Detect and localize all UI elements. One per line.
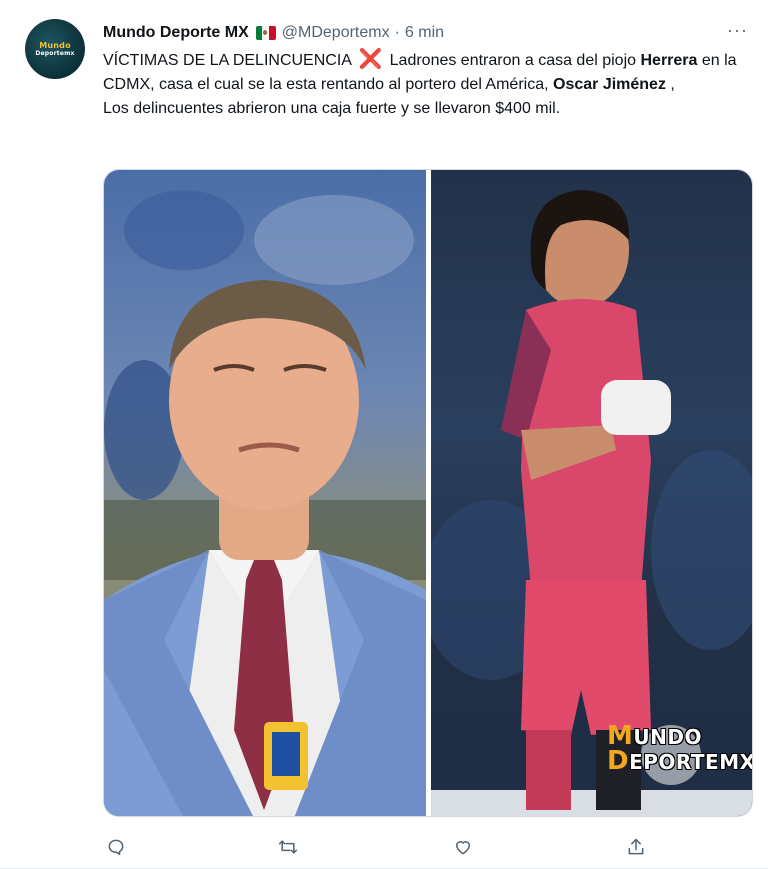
like-button[interactable]: [450, 834, 476, 860]
avatar[interactable]: Mundo Deportemx: [25, 19, 85, 79]
separator-dot: ·: [394, 24, 400, 41]
tweet-text: VÍCTIMAS DE LA DELINCUENCIA ❌ Ladrones e…: [103, 48, 743, 121]
share-button[interactable]: [623, 834, 649, 860]
watermark-undo: UNDO: [633, 725, 702, 749]
reply-icon: [108, 839, 124, 856]
watermark-eportemx: EPORTEMX: [629, 750, 753, 774]
avatar-logo-line2: Deportemx: [35, 50, 75, 57]
heart-icon: [456, 841, 470, 855]
tweet-text-bold: Oscar Jiménez: [553, 76, 666, 93]
tweet-text-bold: Herrera: [640, 52, 698, 69]
tweet-timestamp[interactable]: 6 min: [405, 24, 444, 42]
mexico-flag-icon: [255, 26, 276, 40]
tweet-text-part: ,: [670, 76, 675, 93]
tweet-actions: [103, 834, 753, 860]
cross-mark-icon: ❌: [358, 49, 383, 70]
retweet-icon: [278, 840, 298, 854]
tweet-text-part: Los delincuentes abrieron una caja fuert…: [103, 100, 561, 117]
more-options-icon[interactable]: ···: [727, 20, 748, 41]
share-icon: [628, 838, 644, 855]
retweet-button[interactable]: [275, 834, 301, 860]
tweet-text-part: Ladrones entraron a casa del piojo: [389, 52, 641, 69]
watermark-d: D: [607, 746, 630, 776]
tweet-text-part: VÍCTIMAS DE LA DELINCUENCIA: [103, 52, 352, 69]
photo-goalkeeper[interactable]: [431, 170, 752, 816]
avatar-logo-line1: Mundo: [39, 41, 71, 50]
tweet-media[interactable]: MUNDO DEPORTEMX: [103, 169, 753, 817]
tweet[interactable]: Mundo Deportemx Mundo Deporte MX @MDepor…: [0, 0, 768, 869]
watermark-logo: MUNDO DEPORTEMX: [607, 723, 753, 776]
author-name[interactable]: Mundo Deporte MX: [103, 24, 249, 42]
author-handle[interactable]: @MDeportemx: [282, 24, 390, 42]
reply-button[interactable]: [103, 834, 129, 860]
coach-illustration: [104, 190, 426, 816]
photo-coach[interactable]: [104, 170, 426, 816]
tweet-header: Mundo Deporte MX @MDeportemx · 6 min ···: [103, 20, 748, 44]
goalkeeper-illustration: [431, 190, 752, 816]
